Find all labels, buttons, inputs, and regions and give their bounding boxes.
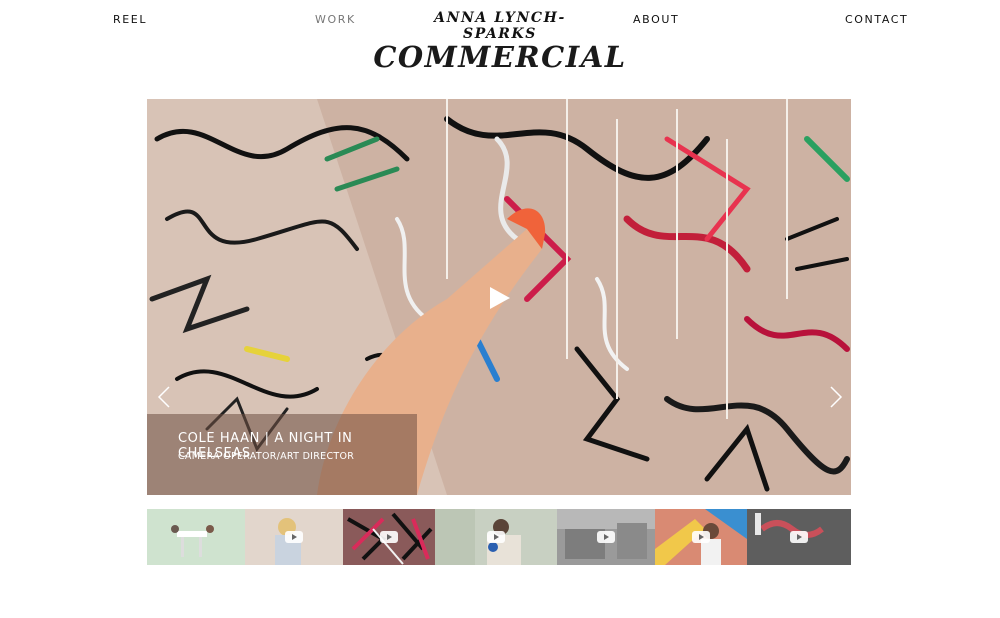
thumbnail[interactable]	[557, 509, 655, 565]
thumbnail-image	[171, 525, 214, 557]
thumbnail-strip	[147, 509, 851, 565]
page-title: COMMERCIAL	[373, 40, 627, 74]
nav-about-link[interactable]: ABOUT	[633, 13, 679, 26]
youtube-play-icon	[487, 531, 505, 543]
youtube-play-icon	[692, 531, 710, 543]
previous-slide-arrow-icon[interactable]	[153, 383, 177, 411]
youtube-play-icon	[380, 531, 398, 543]
next-slide-arrow-icon[interactable]	[823, 383, 847, 411]
nav-work-link[interactable]: WORK	[315, 13, 356, 26]
hero-video-slide[interactable]: COLE HAAN | A NIGHT IN CHELSEAS CAMERA O…	[147, 99, 851, 495]
site-logo[interactable]: ANNA LYNCH-SPARKS	[412, 10, 588, 42]
play-icon[interactable]	[486, 285, 512, 311]
youtube-play-icon	[790, 531, 808, 543]
nav-reel-link[interactable]: REEL	[113, 13, 147, 26]
top-nav: REEL WORK ANNA LYNCH-SPARKS ABOUT CONTAC…	[0, 0, 1000, 42]
youtube-play-icon	[285, 531, 303, 543]
thumbnail[interactable]	[343, 509, 435, 565]
thumbnail[interactable]	[147, 509, 245, 565]
slide-subtitle: CAMERA OPERATOR/ART DIRECTOR	[178, 451, 355, 462]
thumbnail[interactable]	[435, 509, 557, 565]
youtube-play-icon	[597, 531, 615, 543]
thumbnail[interactable]	[747, 509, 851, 565]
nav-contact-link[interactable]: CONTACT	[845, 13, 908, 26]
thumbnail[interactable]	[245, 509, 343, 565]
thumbnail[interactable]	[655, 509, 747, 565]
slide-caption: COLE HAAN | A NIGHT IN CHELSEAS CAMERA O…	[147, 414, 417, 495]
